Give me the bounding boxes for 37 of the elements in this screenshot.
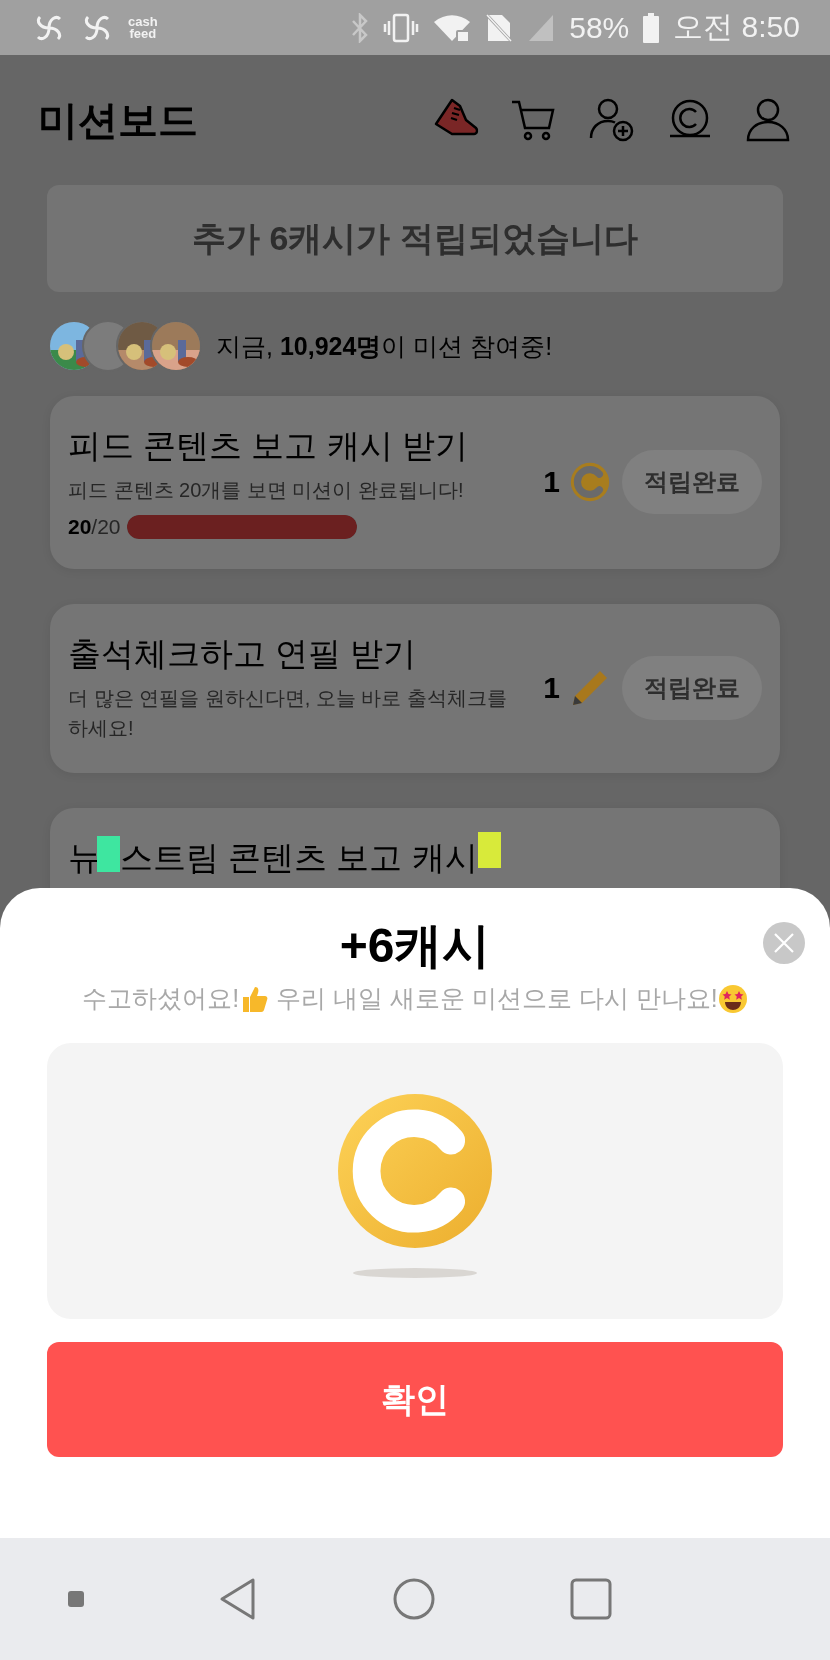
participants-text: 지금, 10,924명이 미션 참여중! — [216, 330, 553, 362]
mission-title: 스트림 콘텐츠 보고 캐시 — [120, 838, 478, 878]
highlight-mark — [477, 832, 501, 868]
confirm-button[interactable]: 확인 — [47, 1342, 783, 1457]
coin-icon — [338, 1094, 492, 1248]
reward-amount: 1 — [543, 670, 560, 705]
mission-title: 출석체크하고 연필 받기 — [68, 634, 418, 674]
banner-text: 추가 6캐시가 적립되었습니다 — [192, 217, 638, 259]
mission-title: 뉴 — [68, 838, 101, 878]
bluetooth-icon — [351, 12, 370, 43]
mission-description: 더 많은 연필을 원하신다면, 오늘 바로 출석체크를 하세요! — [68, 686, 508, 741]
page-title: 미션보드 — [38, 96, 198, 144]
vibrate-icon — [383, 12, 420, 43]
battery-percentage: 58% — [569, 10, 630, 45]
clock: 오전 8:50 — [673, 9, 800, 45]
home-icon[interactable] — [392, 1578, 435, 1620]
highlight-mark — [97, 836, 120, 872]
back-icon[interactable] — [219, 1577, 258, 1621]
message-text: 우리 내일 새로운 미션으로 다시 만나요! — [275, 983, 718, 1014]
app-logo: cash feed — [128, 15, 158, 40]
no-sim-icon — [485, 12, 514, 43]
user-icon[interactable] — [744, 96, 792, 144]
reward-title: +6캐시 — [339, 918, 491, 974]
message-text: 수고하셨어요! — [82, 983, 240, 1014]
progress-total: /20 — [91, 515, 121, 539]
progress-count: 20 — [68, 515, 92, 539]
close-icon — [773, 932, 795, 954]
recents-icon[interactable] — [570, 1578, 613, 1620]
reward-amount: 1 — [543, 464, 560, 499]
mission-description: 피드 콘텐츠 20개를 보면 미션이 완료됩니다! — [68, 478, 465, 503]
coin-icon — [570, 461, 610, 502]
menu-dot-icon[interactable] — [67, 1591, 84, 1607]
wifi-lock-icon — [433, 12, 472, 43]
mission-title: 피드 콘텐츠 보고 캐시 받기 — [68, 426, 469, 466]
star-eyes-face-icon — [717, 983, 748, 1014]
add-user-icon[interactable] — [588, 96, 636, 144]
battery-icon — [643, 12, 660, 43]
